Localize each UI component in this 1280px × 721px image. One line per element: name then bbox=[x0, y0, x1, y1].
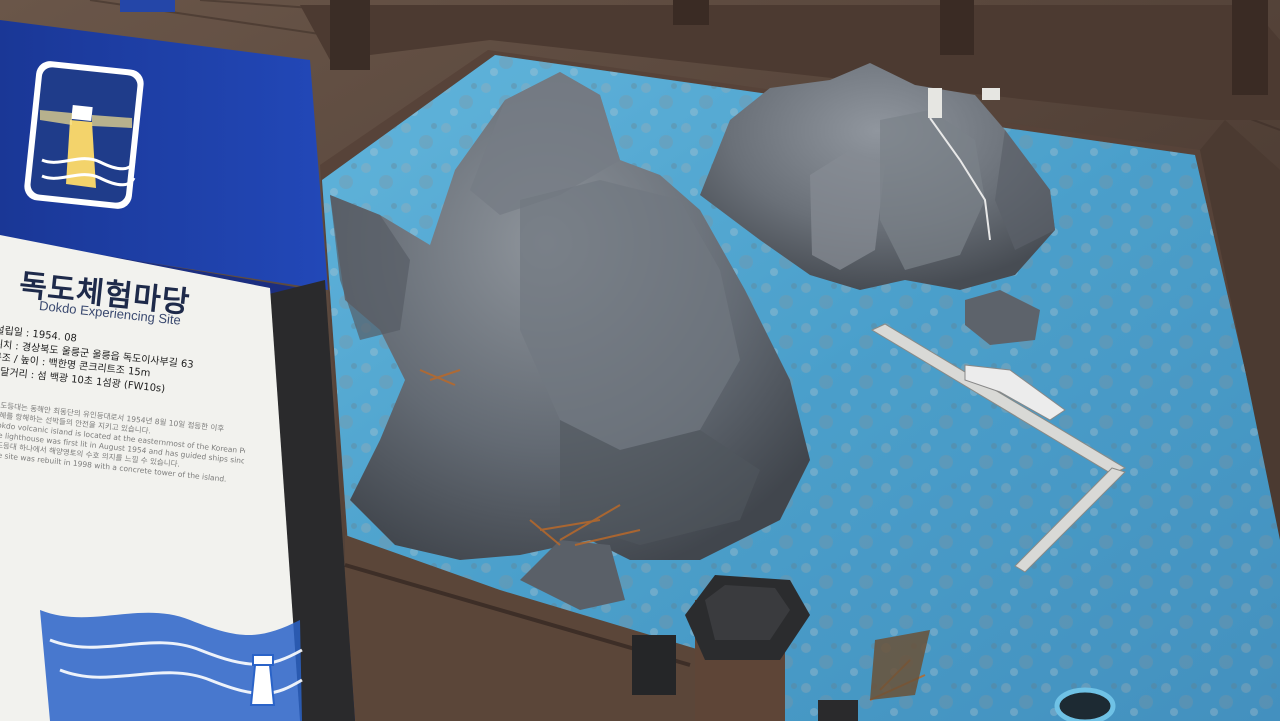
sign-facts: 설립일 : 1954. 08 위치 : 경상북도 울릉군 울릉읍 독도이사부길 … bbox=[0, 324, 255, 405]
rail-post bbox=[940, 0, 974, 55]
rail-post bbox=[1232, 0, 1268, 95]
lighthouse-icon bbox=[24, 61, 144, 209]
rail-post bbox=[673, 0, 709, 25]
rail-post bbox=[330, 0, 370, 70]
drain bbox=[1054, 687, 1116, 721]
blue-object bbox=[120, 0, 175, 12]
info-sign-panel: 독도체험마당 Dokdo Experiencing Site 설립일 : 195… bbox=[0, 240, 270, 720]
sign-body: 독도등대는 동해안 최동단의 유인등대로서 1954년 8월 10일 점등한 이… bbox=[0, 400, 248, 486]
